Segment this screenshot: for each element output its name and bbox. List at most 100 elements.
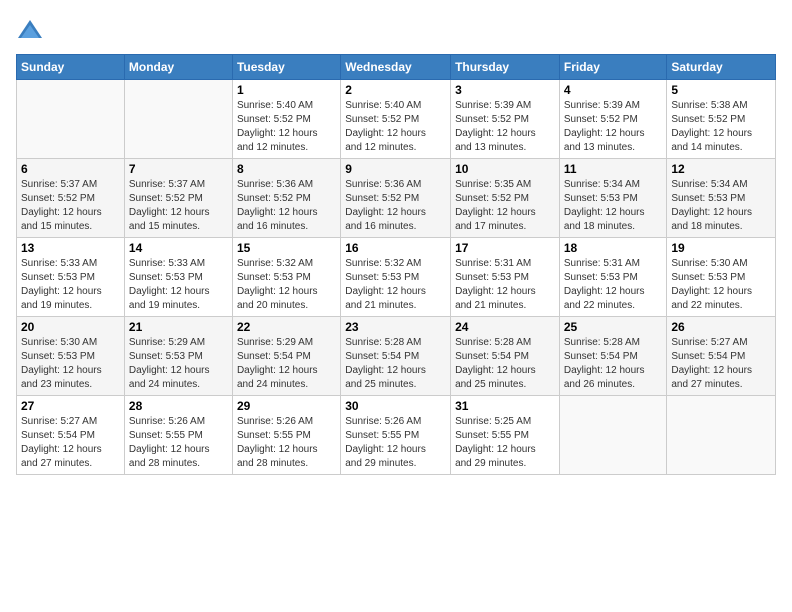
calendar-day-cell: 22Sunrise: 5:29 AM Sunset: 5:54 PM Dayli… bbox=[232, 317, 340, 396]
day-number: 17 bbox=[455, 241, 555, 255]
day-detail: Sunrise: 5:30 AM Sunset: 5:53 PM Dayligh… bbox=[21, 336, 120, 392]
calendar-day-cell: 10Sunrise: 5:35 AM Sunset: 5:52 PM Dayli… bbox=[451, 159, 560, 238]
calendar-table: SundayMondayTuesdayWednesdayThursdayFrid… bbox=[16, 54, 776, 475]
day-number: 13 bbox=[21, 241, 120, 255]
calendar-day-cell: 15Sunrise: 5:32 AM Sunset: 5:53 PM Dayli… bbox=[232, 238, 340, 317]
calendar-day-cell: 25 Sunrise: 5:28 AM Sunset: 5:54 PM Dayli… bbox=[559, 317, 667, 396]
weekday-header: Friday bbox=[559, 55, 667, 80]
calendar-day-cell: 20Sunrise: 5:30 AM Sunset: 5:53 PM Dayli… bbox=[17, 317, 125, 396]
calendar-day-cell: 18 Sunrise: 5:31 AM Sunset: 5:53 PM Dayli… bbox=[559, 238, 667, 317]
day-detail: Sunrise: 5:28 AM Sunset: 5:54 PM Dayligh… bbox=[455, 336, 555, 392]
calendar-day-cell: 28Sunrise: 5:26 AM Sunset: 5:55 PM Dayli… bbox=[124, 396, 232, 475]
calendar-week-row: 27 Sunrise: 5:27 AM Sunset: 5:54 PM Dayli… bbox=[17, 396, 776, 475]
day-number: 27 bbox=[21, 399, 120, 413]
day-detail: Sunrise: 5:39 AM Sunset: 5:52 PM Dayligh… bbox=[455, 99, 555, 155]
day-detail: Sunrise: 5:36 AM Sunset: 5:52 PM Dayligh… bbox=[345, 178, 446, 234]
calendar-week-row: 6 Sunrise: 5:37 AM Sunset: 5:52 PM Daylig… bbox=[17, 159, 776, 238]
calendar-day-cell: 7 Sunrise: 5:37 AM Sunset: 5:52 PM Daylig… bbox=[124, 159, 232, 238]
day-detail: Sunrise: 5:31 AM Sunset: 5:53 PM Dayligh… bbox=[455, 257, 555, 313]
day-number: 15 bbox=[237, 241, 336, 255]
day-number: 26 bbox=[671, 320, 771, 334]
calendar-day-cell: 8 Sunrise: 5:36 AM Sunset: 5:52 PM Daylig… bbox=[232, 159, 340, 238]
day-number: 12 bbox=[671, 162, 771, 176]
day-number: 16 bbox=[345, 241, 446, 255]
day-detail: Sunrise: 5:34 AM Sunset: 5:53 PM Dayligh… bbox=[671, 178, 771, 234]
day-number: 29 bbox=[237, 399, 336, 413]
calendar-week-row: 1 Sunrise: 5:40 AM Sunset: 5:52 PM Daylig… bbox=[17, 80, 776, 159]
day-detail: Sunrise: 5:29 AM Sunset: 5:53 PM Dayligh… bbox=[129, 336, 228, 392]
day-number: 14 bbox=[129, 241, 228, 255]
day-detail: Sunrise: 5:25 AM Sunset: 5:55 PM Dayligh… bbox=[455, 415, 555, 471]
calendar-day-cell: 26 Sunrise: 5:27 AM Sunset: 5:54 PM Dayli… bbox=[667, 317, 776, 396]
day-detail: Sunrise: 5:33 AM Sunset: 5:53 PM Dayligh… bbox=[129, 257, 228, 313]
day-number: 30 bbox=[345, 399, 446, 413]
day-detail: Sunrise: 5:32 AM Sunset: 5:53 PM Dayligh… bbox=[345, 257, 446, 313]
calendar-day-cell: 31Sunrise: 5:25 AM Sunset: 5:55 PM Dayli… bbox=[451, 396, 560, 475]
day-detail: Sunrise: 5:26 AM Sunset: 5:55 PM Dayligh… bbox=[237, 415, 336, 471]
day-detail: Sunrise: 5:26 AM Sunset: 5:55 PM Dayligh… bbox=[345, 415, 446, 471]
calendar-day-cell: 23 Sunrise: 5:28 AM Sunset: 5:54 PM Dayli… bbox=[341, 317, 451, 396]
calendar-day-cell: 21 Sunrise: 5:29 AM Sunset: 5:53 PM Dayli… bbox=[124, 317, 232, 396]
calendar-day-cell: 17 Sunrise: 5:31 AM Sunset: 5:53 PM Dayli… bbox=[451, 238, 560, 317]
day-detail: Sunrise: 5:36 AM Sunset: 5:52 PM Dayligh… bbox=[237, 178, 336, 234]
day-number: 9 bbox=[345, 162, 446, 176]
calendar-day-cell: 27 Sunrise: 5:27 AM Sunset: 5:54 PM Dayli… bbox=[17, 396, 125, 475]
day-number: 18 bbox=[564, 241, 663, 255]
day-number: 28 bbox=[129, 399, 228, 413]
calendar-day-cell bbox=[667, 396, 776, 475]
day-detail: Sunrise: 5:28 AM Sunset: 5:54 PM Dayligh… bbox=[564, 336, 663, 392]
calendar-day-cell bbox=[17, 80, 125, 159]
day-detail: Sunrise: 5:28 AM Sunset: 5:54 PM Dayligh… bbox=[345, 336, 446, 392]
calendar-day-cell: 13 Sunrise: 5:33 AM Sunset: 5:53 PM Dayli… bbox=[17, 238, 125, 317]
day-number: 7 bbox=[129, 162, 228, 176]
calendar-day-cell: 5 Sunrise: 5:38 AM Sunset: 5:52 PM Daylig… bbox=[667, 80, 776, 159]
weekday-header: Tuesday bbox=[232, 55, 340, 80]
day-number: 2 bbox=[345, 83, 446, 97]
calendar-week-row: 13 Sunrise: 5:33 AM Sunset: 5:53 PM Dayli… bbox=[17, 238, 776, 317]
weekday-header: Saturday bbox=[667, 55, 776, 80]
day-number: 6 bbox=[21, 162, 120, 176]
calendar-day-cell: 14 Sunrise: 5:33 AM Sunset: 5:53 PM Dayli… bbox=[124, 238, 232, 317]
calendar-day-cell: 30 Sunrise: 5:26 AM Sunset: 5:55 PM Dayli… bbox=[341, 396, 451, 475]
calendar-week-row: 20Sunrise: 5:30 AM Sunset: 5:53 PM Dayli… bbox=[17, 317, 776, 396]
weekday-header: Monday bbox=[124, 55, 232, 80]
day-detail: Sunrise: 5:38 AM Sunset: 5:52 PM Dayligh… bbox=[671, 99, 771, 155]
day-detail: Sunrise: 5:27 AM Sunset: 5:54 PM Dayligh… bbox=[671, 336, 771, 392]
day-number: 11 bbox=[564, 162, 663, 176]
calendar-body: 1 Sunrise: 5:40 AM Sunset: 5:52 PM Daylig… bbox=[17, 80, 776, 475]
calendar-day-cell: 2 Sunrise: 5:40 AM Sunset: 5:52 PM Daylig… bbox=[341, 80, 451, 159]
day-detail: Sunrise: 5:33 AM Sunset: 5:53 PM Dayligh… bbox=[21, 257, 120, 313]
calendar-day-cell: 11 Sunrise: 5:34 AM Sunset: 5:53 PM Dayli… bbox=[559, 159, 667, 238]
calendar-header: SundayMondayTuesdayWednesdayThursdayFrid… bbox=[17, 55, 776, 80]
logo bbox=[16, 16, 48, 44]
weekday-header: Sunday bbox=[17, 55, 125, 80]
day-number: 23 bbox=[345, 320, 446, 334]
day-number: 1 bbox=[237, 83, 336, 97]
weekday-header: Wednesday bbox=[341, 55, 451, 80]
day-detail: Sunrise: 5:31 AM Sunset: 5:53 PM Dayligh… bbox=[564, 257, 663, 313]
calendar-day-cell: 4Sunrise: 5:39 AM Sunset: 5:52 PM Daylig… bbox=[559, 80, 667, 159]
day-number: 25 bbox=[564, 320, 663, 334]
day-number: 24 bbox=[455, 320, 555, 334]
day-detail: Sunrise: 5:40 AM Sunset: 5:52 PM Dayligh… bbox=[237, 99, 336, 155]
day-detail: Sunrise: 5:40 AM Sunset: 5:52 PM Dayligh… bbox=[345, 99, 446, 155]
day-detail: Sunrise: 5:34 AM Sunset: 5:53 PM Dayligh… bbox=[564, 178, 663, 234]
calendar-day-cell: 6Sunrise: 5:37 AM Sunset: 5:52 PM Daylig… bbox=[17, 159, 125, 238]
calendar-day-cell: 12 Sunrise: 5:34 AM Sunset: 5:53 PM Dayli… bbox=[667, 159, 776, 238]
day-number: 4 bbox=[564, 83, 663, 97]
calendar-day-cell bbox=[559, 396, 667, 475]
day-detail: Sunrise: 5:27 AM Sunset: 5:54 PM Dayligh… bbox=[21, 415, 120, 471]
day-number: 8 bbox=[237, 162, 336, 176]
calendar-day-cell: 19Sunrise: 5:30 AM Sunset: 5:53 PM Dayli… bbox=[667, 238, 776, 317]
page-container: SundayMondayTuesdayWednesdayThursdayFrid… bbox=[0, 0, 792, 483]
day-number: 5 bbox=[671, 83, 771, 97]
day-number: 21 bbox=[129, 320, 228, 334]
day-number: 10 bbox=[455, 162, 555, 176]
calendar-day-cell: 3Sunrise: 5:39 AM Sunset: 5:52 PM Daylig… bbox=[451, 80, 560, 159]
calendar-day-cell: 1 Sunrise: 5:40 AM Sunset: 5:52 PM Daylig… bbox=[232, 80, 340, 159]
day-number: 22 bbox=[237, 320, 336, 334]
day-detail: Sunrise: 5:37 AM Sunset: 5:52 PM Dayligh… bbox=[129, 178, 228, 234]
calendar-day-cell: 9 Sunrise: 5:36 AM Sunset: 5:52 PM Daylig… bbox=[341, 159, 451, 238]
calendar-day-cell: 24 Sunrise: 5:28 AM Sunset: 5:54 PM Dayli… bbox=[451, 317, 560, 396]
header bbox=[16, 16, 776, 44]
